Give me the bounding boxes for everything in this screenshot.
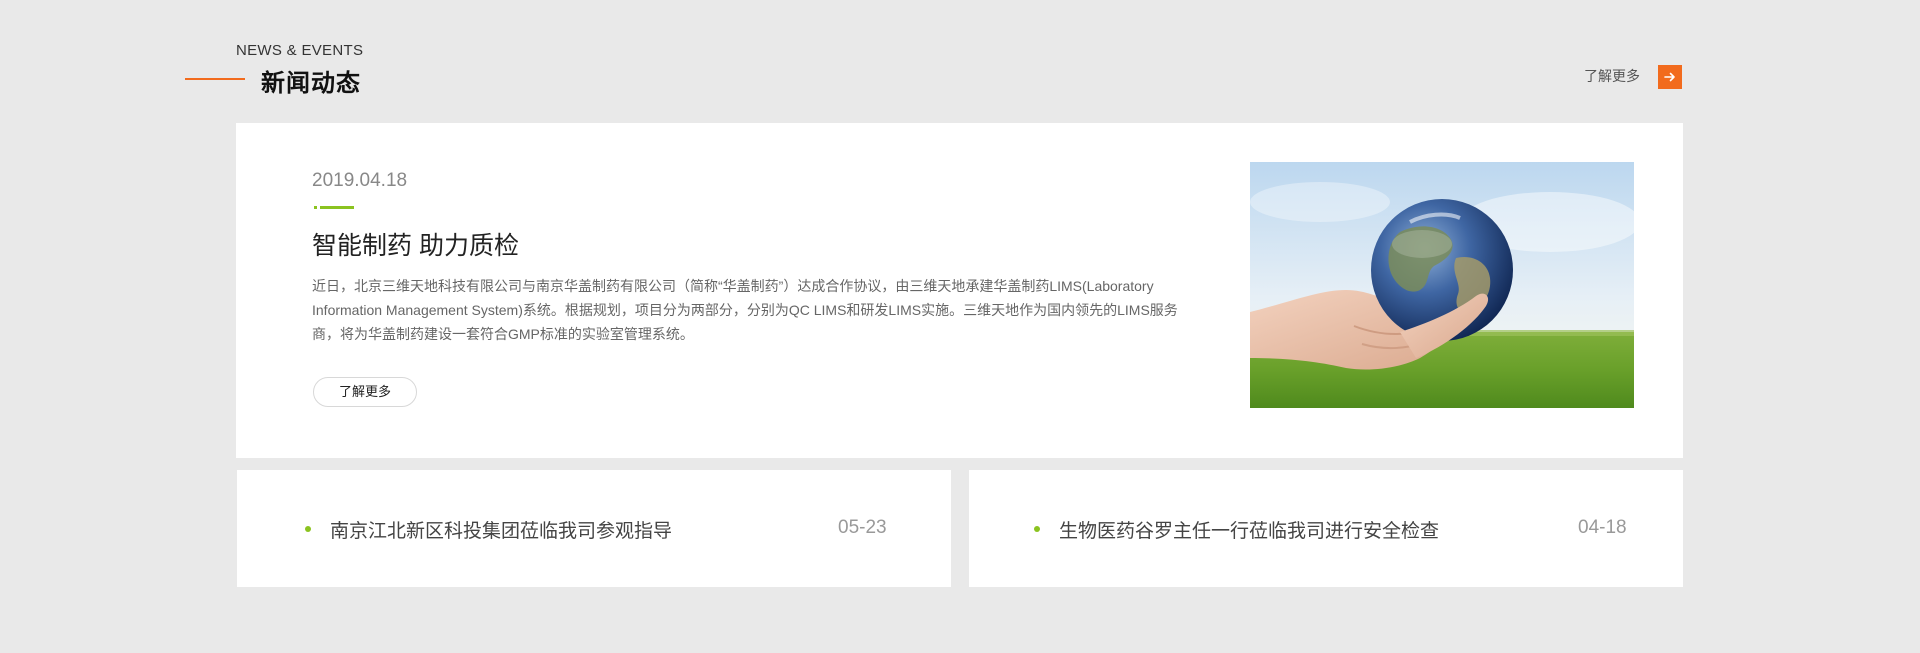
news-bullet-dot [305,526,311,532]
news-list-item[interactable]: 南京江北新区科投集团莅临我司参观指导 05-23 [237,470,951,587]
arrow-right-icon [1664,72,1675,82]
section-title-en: NEWS & EVENTS [236,42,364,59]
news-item-date: 05-23 [838,517,887,538]
news-events-section: NEWS & EVENTS 新闻动态 了解更多 2019.04.18 智能制药 … [0,0,1920,653]
news-bullet-dot [1034,526,1040,532]
date-accent-dot [314,206,317,209]
featured-news-card[interactable]: 2019.04.18 智能制药 助力质检 近日，北京三维天地科技有限公司与南京华… [236,123,1683,458]
date-accent-bar [320,206,354,209]
news-item-title[interactable]: 生物医药谷罗主任一行莅临我司进行安全检查 [1059,516,1439,543]
news-item-date: 04-18 [1578,517,1627,538]
news-item-title[interactable]: 南京江北新区科投集团莅临我司参观指导 [330,516,672,543]
news-list-item[interactable]: 生物医药谷罗主任一行莅临我司进行安全检查 04-18 [969,470,1683,587]
featured-news-summary: 近日，北京三维天地科技有限公司与南京华盖制药有限公司（简称“华盖制药”）达成合作… [312,278,1178,342]
featured-news-more-button[interactable]: 了解更多 [313,377,417,407]
featured-news-date: 2019.04.18 [312,170,408,191]
featured-news-image[interactable] [1250,162,1634,408]
featured-news-title[interactable]: 智能制药 助力质检 [312,226,519,262]
section-title-cn: 新闻动态 [261,70,361,97]
section-more-arrow-button[interactable] [1658,65,1682,89]
earth-in-hands-photo [1250,162,1634,408]
section-title-underline [185,78,245,80]
section-more-link[interactable]: 了解更多 [1584,66,1640,86]
